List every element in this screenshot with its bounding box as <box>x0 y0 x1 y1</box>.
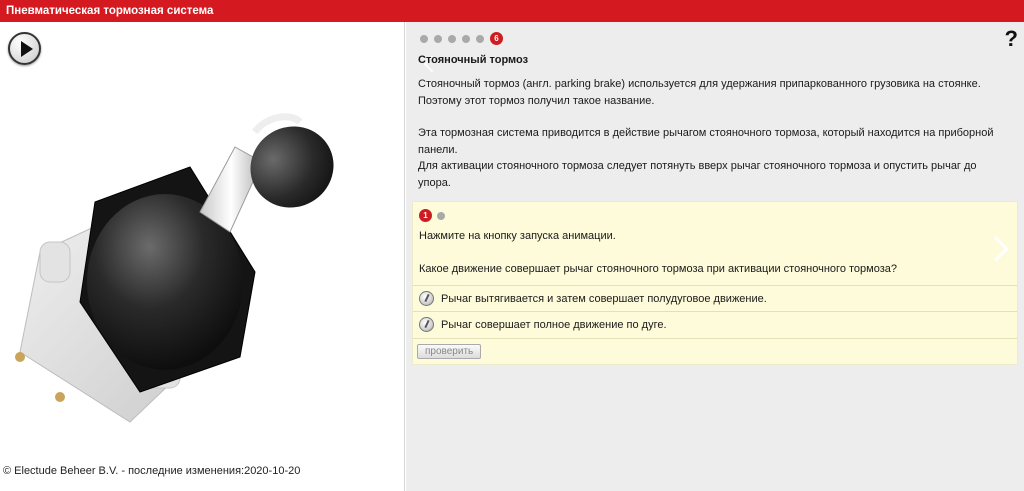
section-title: Стояночный тормоз <box>418 54 529 66</box>
paragraph-2: Эта тормозная система приводится в дейст… <box>418 127 994 156</box>
answer-option-1[interactable]: Рычаг вытягивается и затем совершает пол… <box>413 285 1017 311</box>
step-dot-3[interactable] <box>448 34 456 43</box>
answer-option-2[interactable]: Рычаг совершает полное движение по дуге. <box>413 311 1017 337</box>
app-title: Пневматическая тормозная система <box>6 5 214 17</box>
question-step-active[interactable]: 1 <box>419 209 432 222</box>
answer-option-label: Рычаг вытягивается и затем совершает пол… <box>441 292 767 305</box>
paragraph-1: Стояночный тормоз (англ. parking brake) … <box>418 78 981 107</box>
check-button[interactable]: проверить <box>417 344 482 359</box>
copyright-footer: © Electude Beheer B.V. - последние измен… <box>3 465 301 477</box>
question-box: 1 Нажмите на кнопку запуска анимации. Ка… <box>412 201 1018 365</box>
step-dot-5[interactable] <box>476 34 484 43</box>
instruction-text: Нажмите на кнопку запуска анимации. <box>419 230 616 242</box>
question-stepper: 1 <box>419 209 445 222</box>
app-title-bar: Пневматическая тормозная система <box>0 0 1024 22</box>
page-stepper: 6 <box>420 32 503 45</box>
step-dot-2[interactable] <box>434 34 442 43</box>
content-text: Стояночный тормоз (англ. parking brake) … <box>418 76 1008 191</box>
paragraph-3: Для активации стояночного тормоза следуе… <box>418 160 977 189</box>
help-icon[interactable]: ? <box>1005 26 1018 52</box>
question-text: Какое движение совершает рычаг стояночно… <box>419 263 897 275</box>
parking-brake-valve-illustration <box>15 113 334 423</box>
radio-button-icon[interactable] <box>419 317 434 332</box>
next-arrow-icon[interactable] <box>983 236 1009 262</box>
step-dot-active[interactable]: 6 <box>490 32 503 45</box>
step-dot-4[interactable] <box>462 34 470 43</box>
play-button[interactable] <box>8 32 41 65</box>
step-dot-1[interactable] <box>420 34 428 43</box>
radio-button-icon[interactable] <box>419 291 434 306</box>
check-row: проверить <box>413 338 1017 364</box>
content-panel: 6 ? Стояночный тормоз Стояночный тормоз … <box>406 22 1024 491</box>
answer-option-label: Рычаг совершает полное движение по дуге. <box>441 318 667 331</box>
question-step-2[interactable] <box>437 211 445 220</box>
animation-panel: © Electude Beheer B.V. - последние измен… <box>0 22 405 491</box>
